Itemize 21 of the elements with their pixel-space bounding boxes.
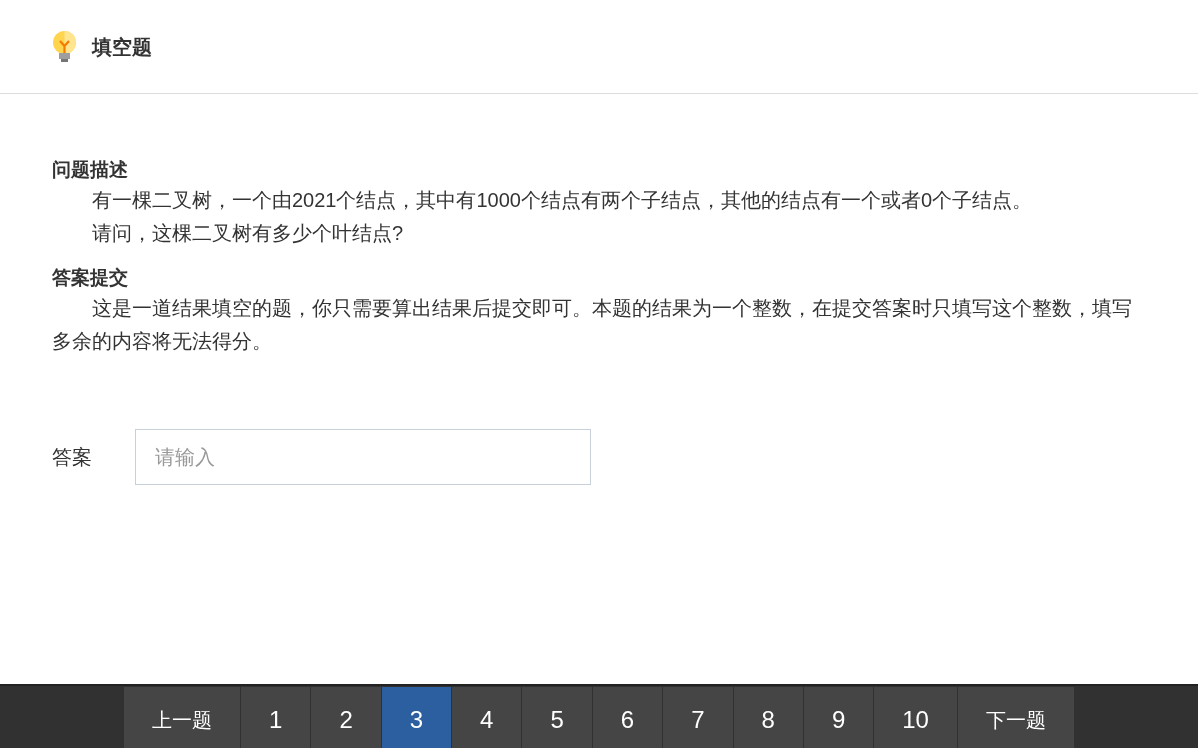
page-button[interactable]: 10 [874, 687, 957, 748]
lightbulb-icon [52, 30, 77, 63]
paragraph: 请问，这棵二叉树有多少个叶结点? [91, 221, 405, 246]
answer-label: 答案 [52, 445, 93, 470]
page-button[interactable]: 2 [311, 687, 381, 748]
page-button[interactable]: 4 [452, 687, 522, 748]
previous-button[interactable]: 上一题 [124, 687, 241, 748]
page-button[interactable]: 7 [663, 687, 733, 748]
section-heading: 问题描述 [52, 158, 129, 182]
page-button[interactable]: 6 [592, 687, 663, 748]
page-button[interactable]: 5 [522, 687, 592, 748]
section-heading: 答案提交 [52, 266, 129, 290]
page-button[interactable]: 1 [241, 687, 311, 748]
paragraph: 有一棵二叉树，一个由2021个结点，其中有1000个结点有两个子结点，其他的结点有一个或者0个子结点。 [91, 188, 1034, 213]
next-button[interactable]: 下一题 [957, 687, 1074, 748]
page-button[interactable]: 3 [381, 687, 452, 748]
page-button[interactable]: 8 [733, 687, 803, 748]
paragraph: 这是一道结果填空的题，你只需要算出结果后提交即可。本题的结果为一个整数，在提交答案时只填写这个整数，填写多余的内容将无法得分。 [52, 296, 1133, 354]
answer-input[interactable]: 请输入 [135, 429, 591, 485]
page-button[interactable]: 9 [803, 687, 874, 748]
page-title: 填空题 [92, 34, 152, 60]
